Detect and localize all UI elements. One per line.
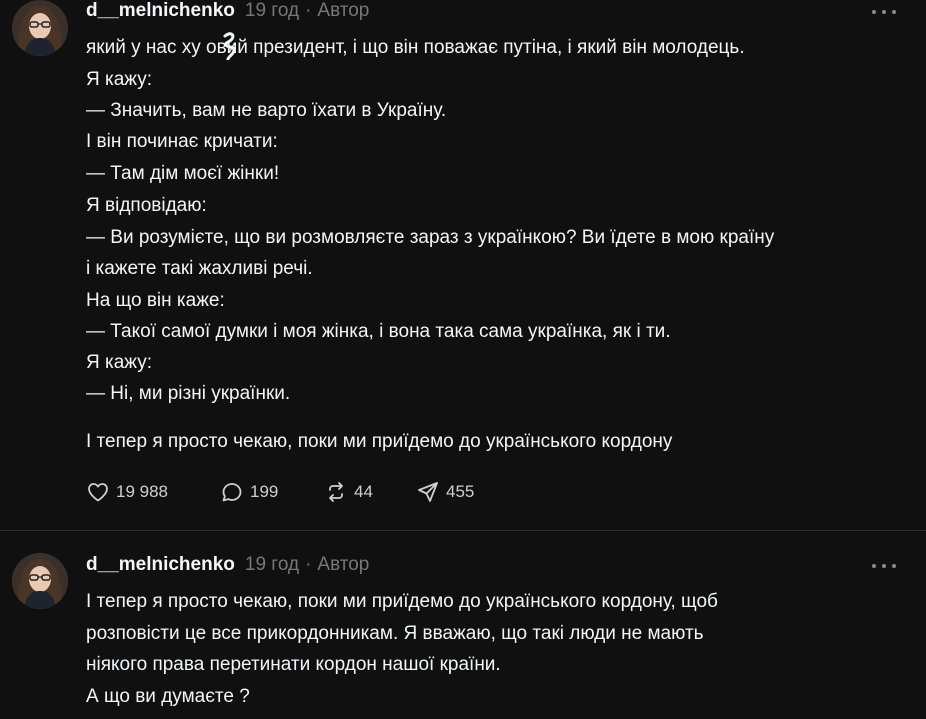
separator: · xyxy=(305,554,312,575)
post-text-line: ніякого права перетинати кордон нашої кр… xyxy=(86,654,501,675)
author-badge: Автор xyxy=(317,554,370,575)
post-text-line: А що ви думаєте ? xyxy=(86,686,250,707)
avatar[interactable] xyxy=(12,553,68,609)
post-text-line: розповісти це все прикордонникам. Я вваж… xyxy=(86,623,704,644)
username[interactable]: d__melnichenko xyxy=(86,554,235,576)
more-dot xyxy=(892,564,896,568)
post-text-line: І тепер я просто чекаю, поки ми приїдемо… xyxy=(86,591,718,612)
more-dot xyxy=(882,564,886,568)
avatar-image xyxy=(12,553,68,609)
thread-post-2: d__melnichenko 19 год · Автор І тепер я … xyxy=(0,0,926,719)
more-icon[interactable] xyxy=(872,556,896,576)
post-header: d__melnichenko 19 год · Автор xyxy=(86,552,369,578)
post-time[interactable]: 19 год xyxy=(245,554,299,576)
more-dot xyxy=(872,564,876,568)
